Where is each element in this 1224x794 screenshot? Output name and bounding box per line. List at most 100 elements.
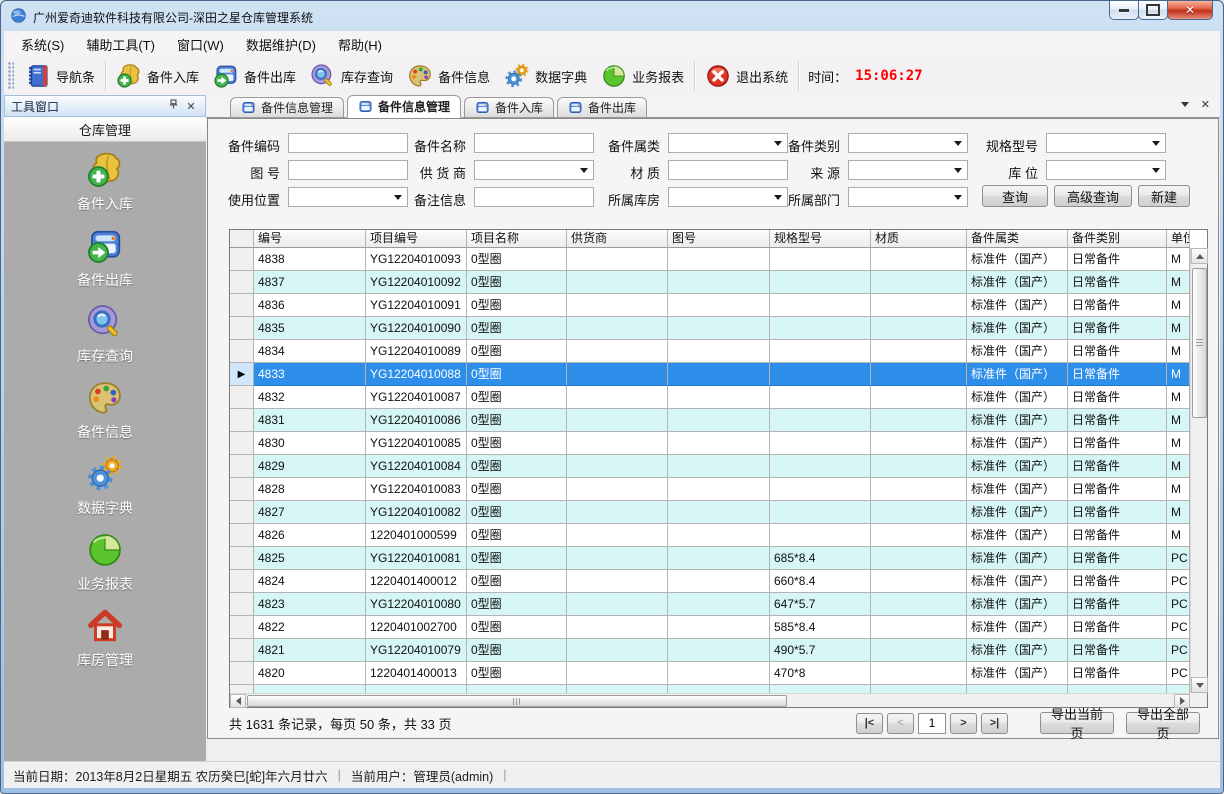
scroll-left-button[interactable] [230, 694, 246, 708]
toolbar-button[interactable]: 备件信息 [400, 60, 497, 92]
column-header[interactable]: 项目名称 [467, 230, 567, 248]
sidebar-item[interactable]: 备件出库 [77, 227, 133, 290]
column-header[interactable]: 规格型号 [770, 230, 871, 248]
horizontal-scroll-thumb[interactable] [247, 695, 787, 707]
column-header[interactable]: 备件属类 [967, 230, 1068, 248]
next-page-button[interactable]: > [950, 713, 977, 734]
toolbar-button[interactable]: 导航条 [18, 60, 102, 92]
last-page-button[interactable]: >| [981, 713, 1008, 734]
table-row[interactable]: 4828YG122040100830型圈标准件（国产）日常备件M [230, 478, 1190, 501]
dropdown-select[interactable] [848, 187, 968, 207]
dropdown-select[interactable] [668, 133, 788, 153]
search-input[interactable] [474, 187, 594, 207]
row-indicator [230, 386, 254, 409]
column-header[interactable]: 材质 [871, 230, 967, 248]
table-row[interactable]: 4837YG122040100920型圈标准件（国产）日常备件M [230, 271, 1190, 294]
maximize-button[interactable] [1138, 1, 1168, 20]
horizontal-scrollbar[interactable] [230, 693, 1190, 707]
menu-item[interactable]: 辅助工具(T) [75, 31, 166, 58]
table-row[interactable]: 4821YG122040100790型圈490*5.7标准件（国产）日常备件PC [230, 639, 1190, 662]
search-input[interactable] [288, 133, 408, 153]
tab[interactable]: 备件信息管理 [347, 95, 461, 118]
query-button[interactable]: 查询 [982, 185, 1048, 207]
dropdown-select[interactable] [474, 160, 594, 180]
dropdown-select[interactable] [668, 187, 788, 207]
table-row[interactable]: 4835YG122040100900型圈标准件（国产）日常备件M [230, 317, 1190, 340]
close-button[interactable]: ✕ [1167, 1, 1213, 20]
dropdown-select[interactable] [848, 133, 968, 153]
table-row[interactable]: 4832YG122040100870型圈标准件（国产）日常备件M [230, 386, 1190, 409]
export-current-page-button[interactable]: 导出当前页 [1040, 712, 1114, 734]
sidebar-item[interactable]: 库房管理 [77, 607, 133, 670]
sidebar-item[interactable]: 数据字典 [77, 455, 133, 518]
advanced-query-button[interactable]: 高级查询 [1054, 185, 1132, 207]
table-row[interactable]: 4838YG122040100930型圈标准件（国产）日常备件M [230, 248, 1190, 271]
table-row[interactable]: 482212204010027000型圈585*8.4标准件（国产）日常备件PC [230, 616, 1190, 639]
pin-button[interactable] [167, 98, 183, 114]
toolbar-button[interactable]: 数据字典 [497, 60, 594, 92]
table-row[interactable]: 482412204014000120型圈660*8.4标准件（国产）日常备件PC [230, 570, 1190, 593]
tab-list-button[interactable] [1181, 98, 1189, 111]
new-button[interactable]: 新建 [1138, 185, 1190, 207]
scroll-up-button[interactable] [1191, 248, 1208, 264]
table-row[interactable]: 482612204010005990型圈标准件（国产）日常备件M [230, 524, 1190, 547]
sidebar-item[interactable]: 业务报表 [77, 531, 133, 594]
sidebar-item[interactable]: 备件信息 [77, 379, 133, 442]
scroll-down-button[interactable] [1191, 677, 1208, 693]
dropdown-select[interactable] [288, 187, 408, 207]
column-header[interactable]: 备件类别 [1068, 230, 1167, 248]
table-row[interactable]: 4836YG122040100910型圈标准件（国产）日常备件M [230, 294, 1190, 317]
vertical-scrollbar[interactable] [1190, 248, 1207, 693]
minimize-button[interactable] [1109, 1, 1139, 20]
tab-close-button[interactable]: ✕ [1201, 98, 1210, 111]
prev-page-button[interactable]: < [887, 713, 914, 734]
search-input[interactable] [668, 160, 788, 180]
dropdown-select[interactable] [848, 160, 968, 180]
table-cell [567, 547, 668, 570]
search-input[interactable] [474, 133, 594, 153]
menu-item[interactable]: 数据维护(D) [235, 31, 327, 58]
table-row[interactable]: 482012204014000130型圈470*8标准件（国产）日常备件PC [230, 662, 1190, 685]
sidebar-item[interactable]: 库存查询 [77, 303, 133, 366]
column-header[interactable]: 图号 [668, 230, 770, 248]
column-header[interactable]: 单位 [1167, 230, 1190, 248]
table-row[interactable]: 4827YG122040100820型圈标准件（国产）日常备件M [230, 501, 1190, 524]
menu-item[interactable]: 系统(S) [10, 31, 75, 58]
toolbar-button[interactable]: 退出系统 [698, 60, 795, 92]
table-row[interactable]: 4823YG122040100800型圈647*5.7标准件（国产）日常备件PC [230, 593, 1190, 616]
search-input[interactable] [288, 160, 408, 180]
form-icon [568, 100, 583, 115]
table-cell: 4825 [254, 547, 366, 570]
menu-item[interactable]: 帮助(H) [327, 31, 393, 58]
vertical-scroll-thumb[interactable] [1192, 268, 1207, 418]
menu-item[interactable]: 窗口(W) [166, 31, 235, 58]
dropdown-select[interactable] [1046, 160, 1166, 180]
column-header[interactable]: 项目编号 [366, 230, 467, 248]
table-cell: PC [1167, 662, 1190, 685]
dropdown-select[interactable] [1046, 133, 1166, 153]
table-row[interactable]: 4830YG122040100850型圈标准件（国产）日常备件M [230, 432, 1190, 455]
tab[interactable]: 备件信息管理 [230, 97, 344, 117]
parts-out-icon [86, 227, 124, 265]
tab[interactable]: 备件入库 [464, 97, 554, 117]
first-page-button[interactable]: |< [856, 713, 883, 734]
table-cell [871, 662, 967, 685]
tab[interactable]: 备件出库 [557, 97, 647, 117]
export-all-pages-button[interactable]: 导出全部页 [1126, 712, 1200, 734]
tool-window-close-button[interactable]: ✕ [183, 98, 199, 114]
column-header[interactable]: 供货商 [567, 230, 668, 248]
sidebar-group-header[interactable]: 仓库管理 [4, 117, 206, 142]
toolbar-button[interactable]: 备件入库 [109, 60, 206, 92]
table-row[interactable]: 4825YG122040100810型圈685*8.4标准件（国产）日常备件PC [230, 547, 1190, 570]
column-header[interactable]: 编号 [254, 230, 366, 248]
page-number-input[interactable] [918, 713, 946, 734]
table-row[interactable]: 4831YG122040100860型圈标准件（国产）日常备件M [230, 409, 1190, 432]
sidebar-item[interactable]: 备件入库 [77, 151, 133, 214]
toolbar-button[interactable]: 库存查询 [303, 60, 400, 92]
table-row[interactable]: 4834YG122040100890型圈标准件（国产）日常备件M [230, 340, 1190, 363]
table-row[interactable]: 4829YG122040100840型圈标准件（国产）日常备件M [230, 455, 1190, 478]
toolbar-button[interactable]: 备件出库 [206, 60, 303, 92]
table-row[interactable]: ▶4833YG122040100880型圈标准件（国产）日常备件M [230, 363, 1190, 386]
toolbar-button[interactable]: 业务报表 [594, 60, 691, 92]
table-cell: 4821 [254, 639, 366, 662]
